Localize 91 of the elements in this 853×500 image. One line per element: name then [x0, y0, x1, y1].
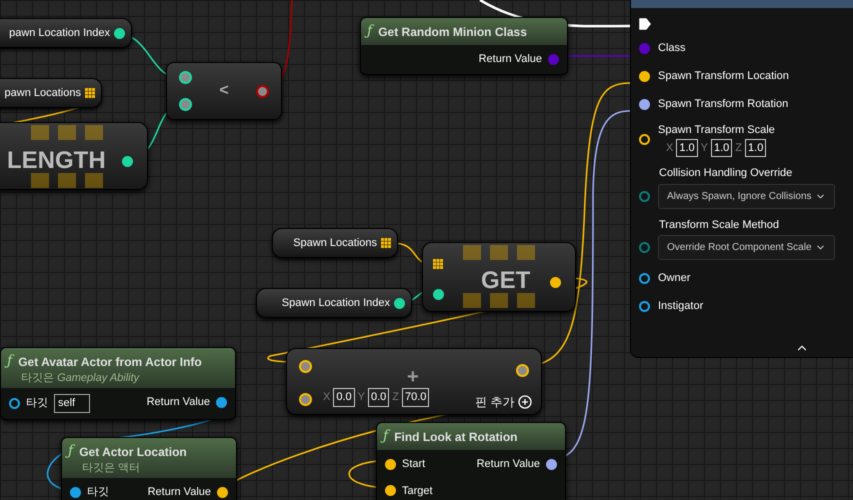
axis-label: Z	[392, 390, 400, 405]
pin-icon[interactable]	[639, 300, 650, 312]
pin-label: Return Value	[148, 485, 211, 500]
variable-label: pawn Location Index	[9, 26, 110, 41]
pin-icon[interactable]	[299, 360, 312, 373]
pin-label: Spawn Transform Scale	[658, 123, 775, 138]
dropdown[interactable]: Override Root Component Scale	[658, 235, 835, 260]
axis-label: Y	[700, 140, 708, 156]
pin-label: Transform Scale Method	[658, 218, 780, 232]
pin-icon[interactable]	[9, 398, 20, 409]
pin-icon[interactable]	[299, 393, 312, 406]
node-title: Get Actor Location	[79, 444, 187, 460]
value-field[interactable]: 70.0	[402, 388, 430, 406]
variable-node[interactable]: Spawn Locations	[272, 228, 398, 258]
pin-label: Collision Handling Override	[658, 166, 794, 181]
length-node[interactable]: LENGTH	[0, 122, 148, 190]
pin-icon[interactable]	[639, 98, 650, 110]
node-subtitle: 타깃은 Gameplay Ability	[20, 372, 140, 385]
function-icon: ƒ	[68, 441, 74, 462]
dropdown[interactable]: Always Spawn, Ignore Collisions	[658, 184, 835, 208]
square-row-drawing	[463, 245, 535, 260]
value-field[interactable]: 1.0	[676, 138, 698, 157]
pin-icon[interactable]	[217, 486, 228, 498]
square-row-drawing	[31, 125, 103, 140]
variable-node[interactable]: Spawn Location Index	[256, 288, 412, 318]
value-field[interactable]: 1.0	[745, 138, 766, 157]
value-field[interactable]: 1.0	[710, 138, 732, 157]
node-title: LENGTH	[7, 146, 106, 176]
axis-label: X	[666, 140, 674, 156]
function-icon: ƒ	[367, 21, 372, 42]
add-pin-button[interactable]: 핀 추가	[475, 393, 532, 411]
get-node[interactable]: GET	[422, 242, 576, 312]
value-field[interactable]: 0.0	[368, 388, 390, 406]
pin-icon[interactable]	[216, 396, 227, 408]
pin-icon[interactable]	[550, 277, 561, 288]
pin-icon[interactable]	[179, 71, 192, 84]
pin-icon[interactable]	[394, 298, 405, 308]
pin-icon[interactable]	[516, 364, 529, 377]
pin-label: Target	[402, 484, 433, 498]
pin-icon[interactable]	[179, 98, 192, 111]
variable-label: Spawn Location Index	[282, 296, 390, 311]
operator-label: +	[407, 367, 419, 387]
pin-icon[interactable]	[114, 28, 125, 38]
operator-label: <	[219, 81, 229, 101]
variable-label: Spawn Locations	[293, 236, 377, 251]
node-title: Get Avatar Actor from Actor Info	[18, 354, 202, 370]
function-node[interactable]: ƒ Get Random Minion Class Return Value	[360, 17, 568, 74]
pin-icon[interactable]	[546, 458, 557, 470]
pin-icon[interactable]	[256, 84, 269, 98]
pin-label: Spawn Transform Rotation	[658, 96, 788, 112]
exec-pin-icon[interactable]	[639, 18, 651, 30]
function-icon: ƒ	[383, 426, 388, 447]
axis-label: X	[323, 390, 330, 405]
node-title: Get Random Minion Class	[378, 24, 527, 40]
pin-label: Return Value	[478, 52, 542, 67]
pin-label: Return Value	[476, 457, 540, 472]
function-node[interactable]: ƒ Get Avatar Actor from Actor Info 타깃은 Gameplay Ability 타깃 self Return Value	[0, 347, 236, 420]
pin-icon[interactable]	[385, 458, 396, 470]
variable-node[interactable]: pawn Locations	[0, 78, 102, 108]
function-icon: ƒ	[7, 351, 12, 372]
pin-icon[interactable]	[70, 486, 81, 498]
pin-icon[interactable]	[639, 70, 650, 82]
add-node[interactable]: + X 0.0 Y 0.0 Z 70.0 핀 추가	[286, 348, 542, 415]
node-title: Find Look at Rotation	[394, 428, 518, 446]
function-node[interactable]: ƒ Get Actor Location 타깃은 액터 타깃 Return Value	[61, 437, 237, 500]
pin-label: Owner	[658, 270, 690, 286]
node-subtitle: 타깃은 액터	[81, 462, 142, 475]
function-node[interactable]: ƒ Find Look at Rotation Start Target Return Value	[376, 422, 566, 500]
value-field[interactable]: 0.0	[333, 388, 355, 406]
value-field[interactable]: self	[54, 394, 90, 412]
variable-node[interactable]: pawn Location Index	[0, 18, 132, 48]
variable-label: pawn Locations	[4, 86, 81, 101]
pin-label: Class	[658, 40, 686, 56]
pin-icon[interactable]	[433, 289, 444, 300]
pin-label: Start	[402, 457, 426, 472]
pin-icon[interactable]	[639, 134, 650, 145]
axis-label: Y	[358, 390, 365, 405]
axis-label: Z	[735, 140, 742, 156]
pin-label: 타깃	[26, 396, 48, 411]
pin-label: Return Value	[146, 395, 210, 410]
pin-icon[interactable]	[639, 272, 650, 284]
pin-label: 타깃	[87, 485, 109, 500]
plus-circle-icon	[518, 395, 532, 409]
pin-icon[interactable]	[385, 485, 396, 496]
square-row-drawing	[463, 293, 535, 308]
pin-label: Spawn Transform Location	[658, 68, 789, 84]
pin-label: Instigator	[658, 298, 704, 314]
square-row-drawing	[31, 173, 103, 188]
node-title: GET	[481, 266, 530, 296]
compare-node[interactable]: <	[166, 62, 282, 120]
pin-icon[interactable]	[122, 156, 133, 167]
